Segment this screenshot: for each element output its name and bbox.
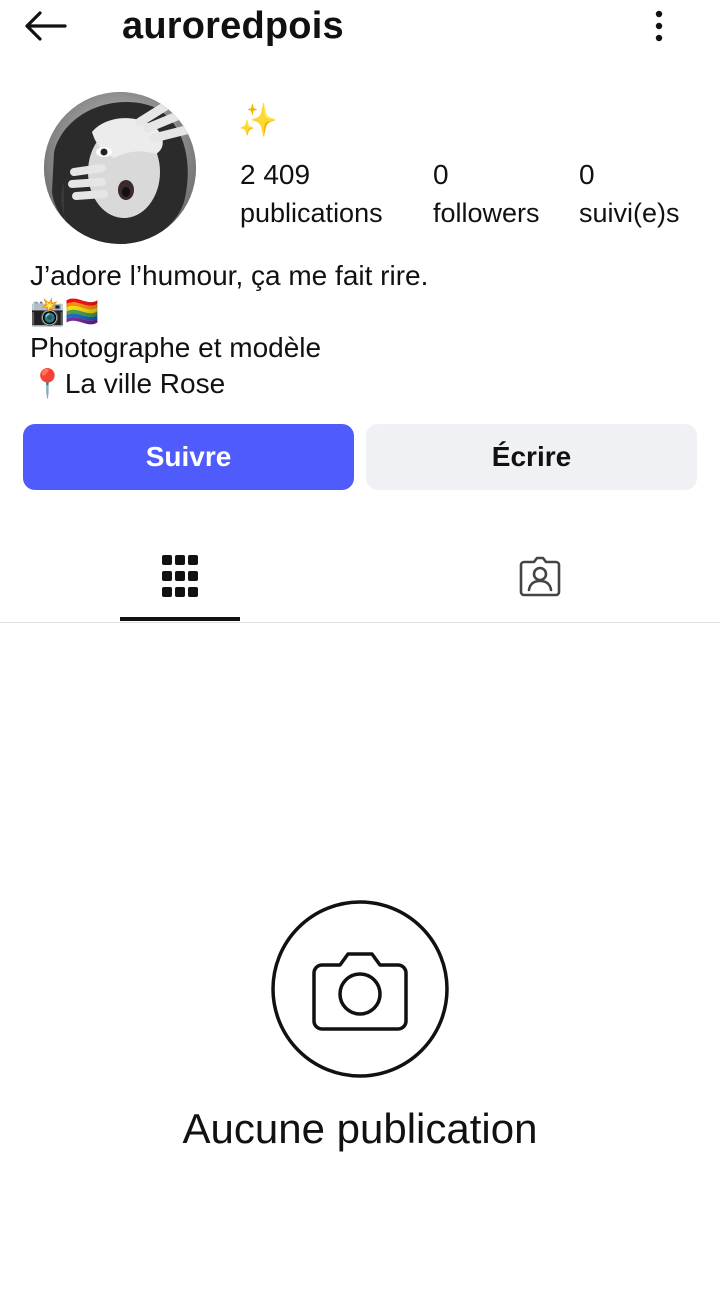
stat-publications[interactable]: 2 409 publications [240, 156, 383, 232]
stat-followers-count: 0 [433, 159, 449, 190]
follow-button[interactable]: Suivre [23, 424, 354, 490]
camera-icon [271, 900, 449, 1078]
grid-icon [162, 555, 198, 597]
more-options-button[interactable] [636, 4, 682, 48]
message-button[interactable]: Écrire [366, 424, 697, 490]
profile-tabs [0, 530, 720, 623]
active-tab-indicator [120, 617, 240, 621]
tagged-person-icon [519, 556, 561, 597]
more-vertical-icon [655, 10, 663, 42]
profile-bio: J’adore l’humour, ça me fait rire. 📸🏳️‍🌈… [30, 258, 690, 402]
tab-tagged[interactable] [480, 530, 600, 622]
empty-state-icon [270, 899, 450, 1079]
stat-followers[interactable]: 0 followers [433, 156, 540, 232]
arrow-left-icon [25, 11, 67, 41]
stat-publications-count: 2 409 [240, 159, 311, 190]
stat-following-count: 0 [579, 159, 595, 190]
profile-avatar[interactable] [44, 92, 196, 244]
tab-posts-grid[interactable] [120, 530, 240, 622]
bio-line: 📸🏳️‍🌈 [30, 296, 100, 327]
bio-line: Photographe et modèle [30, 332, 322, 363]
avatar-image [44, 92, 196, 244]
stat-publications-label: publications [240, 198, 383, 228]
stat-following-label: suivi(e)s [579, 198, 680, 228]
stat-following[interactable]: 0 suivi(e)s [579, 156, 680, 232]
profile-emoji: ✨ [238, 102, 278, 138]
bio-line: J’adore l’humour, ça me fait rire. [30, 260, 429, 291]
bio-line: 📍La ville Rose [30, 368, 226, 399]
top-bar: auroredpois [0, 0, 720, 60]
back-button[interactable] [18, 4, 72, 48]
empty-state-text: Aucune publication [182, 1105, 538, 1152]
stat-followers-label: followers [433, 198, 540, 228]
profile-username: auroredpois [122, 5, 344, 47]
